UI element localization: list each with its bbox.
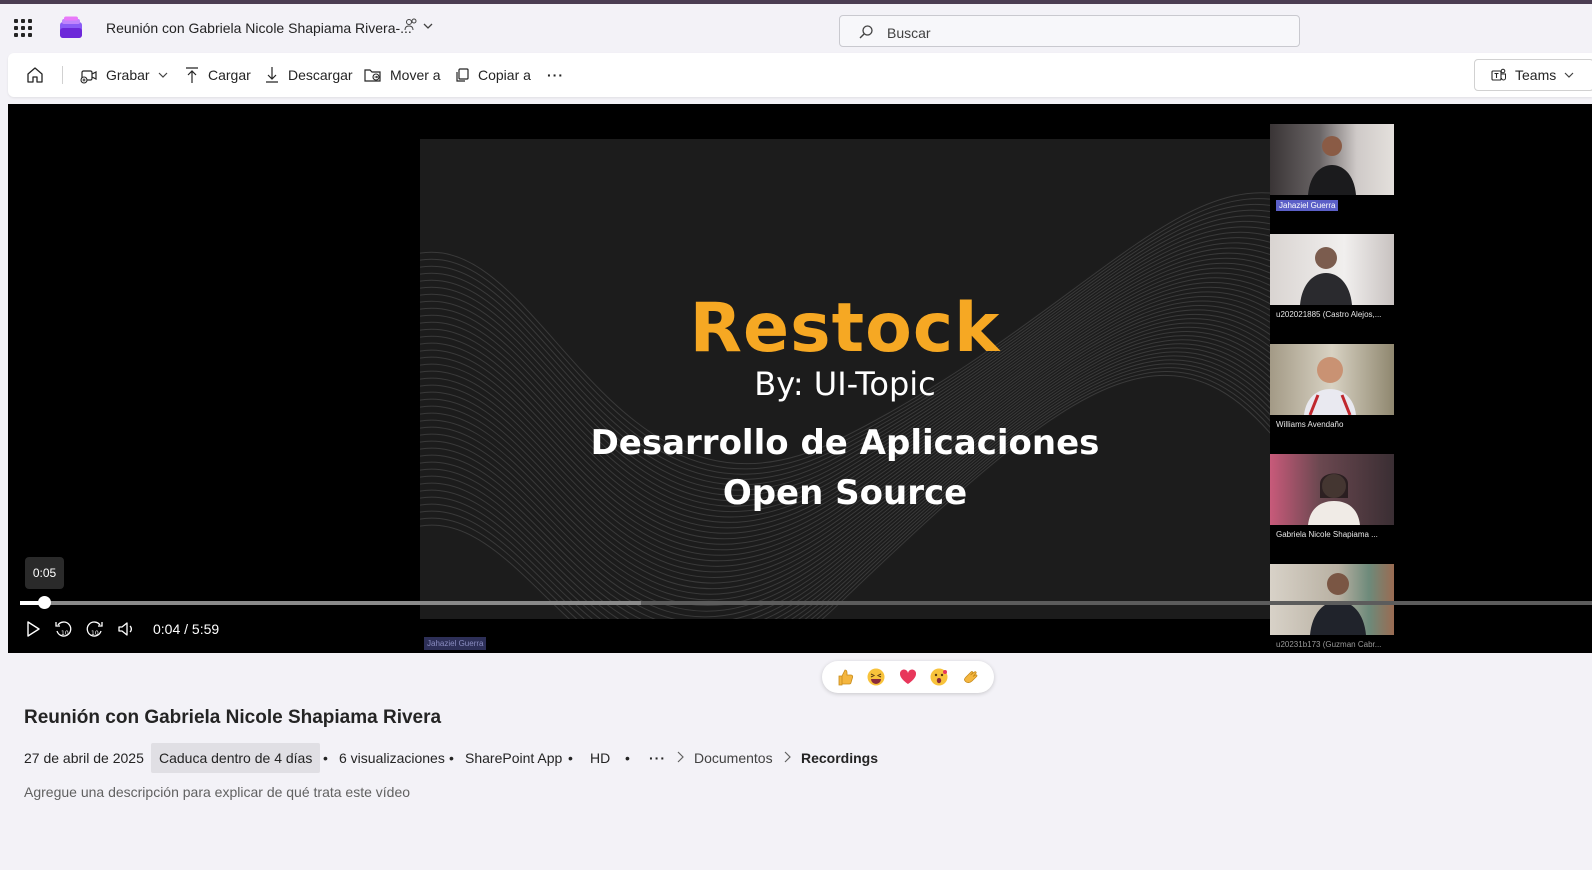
- search-icon: [859, 25, 873, 39]
- more-options-button[interactable]: ···: [547, 53, 564, 97]
- folder-move-icon: [364, 69, 381, 82]
- participant-video-tile: [1270, 124, 1394, 195]
- chevron-down-icon: [158, 72, 168, 78]
- meta-separator: •: [568, 750, 573, 766]
- slide-course-line-2: Open Source: [722, 473, 968, 513]
- app-launcher-icon[interactable]: [14, 19, 32, 37]
- participant-name: u20231b173 (Guzman Cabr...: [1276, 640, 1382, 649]
- camera-record-icon: [80, 70, 97, 84]
- upload-icon: [186, 67, 198, 83]
- seek-bar[interactable]: [20, 601, 1592, 605]
- expiration-badge[interactable]: Caduca dentro de 4 días: [151, 743, 321, 773]
- breadcrumb-recordings[interactable]: Recordings: [801, 750, 878, 766]
- chevron-down-icon[interactable]: [422, 20, 434, 32]
- breadcrumb-documents[interactable]: Documentos: [694, 750, 773, 766]
- seek-handle[interactable]: [38, 596, 51, 609]
- surprised-icon[interactable]: [929, 667, 949, 687]
- teams-button[interactable]: Teams: [1474, 59, 1592, 91]
- chevron-right-icon: [784, 751, 791, 763]
- download-label: Descargar: [288, 67, 353, 83]
- copy-button[interactable]: Copiar a: [454, 53, 531, 97]
- volume-icon[interactable]: [117, 620, 135, 638]
- presenter-name-tag: Jahaziel Guerra: [424, 637, 487, 650]
- copy-label: Copiar a: [478, 67, 531, 83]
- video-title[interactable]: Reunión con Gabriela Nicole Shapiama Riv…: [24, 707, 441, 729]
- title-actions[interactable]: [404, 18, 434, 35]
- search-placeholder[interactable]: Buscar: [887, 25, 931, 41]
- like-icon[interactable]: [835, 667, 855, 687]
- shared-slide: Restock By: UI-Topic Desarrollo de Aplic…: [420, 139, 1270, 619]
- download-button[interactable]: Descargar: [264, 53, 353, 97]
- meta-separator: •: [449, 750, 454, 766]
- rewind-10-icon[interactable]: 10: [54, 620, 72, 638]
- slide-course-line-1: Desarrollo de Aplicaciones: [590, 423, 1100, 463]
- source-app: SharePoint App: [465, 750, 563, 766]
- copy-icon: [456, 68, 469, 82]
- participant-video-tile: [1270, 454, 1394, 525]
- svg-text:10: 10: [61, 630, 69, 637]
- forward-10-icon[interactable]: 10: [86, 620, 104, 638]
- breadcrumb-more-button[interactable]: ···: [649, 750, 666, 766]
- upload-label: Cargar: [208, 67, 251, 83]
- participant-video-tile: [1270, 564, 1394, 635]
- svg-text:10: 10: [91, 630, 99, 637]
- playback-timecode: 0:04 / 5:59: [153, 621, 220, 637]
- toolbar-divider: [62, 66, 63, 84]
- description-placeholder[interactable]: Agregue una descripción para explicar de…: [24, 784, 410, 800]
- teams-label: Teams: [1515, 67, 1557, 83]
- applause-icon[interactable]: [961, 667, 981, 687]
- stream-logo-icon: [60, 16, 82, 38]
- record-label: Grabar: [106, 67, 150, 83]
- participant-video-tile: [1270, 344, 1394, 415]
- slide-subtitle: By: UI-Topic: [754, 365, 936, 403]
- move-label: Mover a: [390, 67, 441, 83]
- meta-separator: •: [323, 750, 328, 766]
- home-button[interactable]: [25, 53, 53, 97]
- video-player[interactable]: Restock By: UI-Topic Desarrollo de Aplic…: [8, 104, 1592, 653]
- meta-separator: •: [625, 750, 630, 766]
- document-title: Reunión con Gabriela Nicole Shapiama Riv…: [106, 20, 412, 36]
- quality-badge: HD: [590, 750, 611, 766]
- teams-icon: [1491, 68, 1506, 81]
- video-date: 27 de abril de 2025: [24, 750, 144, 766]
- seek-bar-buffered: [20, 601, 641, 605]
- laugh-icon[interactable]: [866, 667, 886, 687]
- participant-name: Jahaziel Guerra: [1276, 200, 1339, 211]
- command-bar: Grabar Cargar Descargar Mover a Copiar a…: [8, 53, 1592, 97]
- participant-name: Gabriela Nicole Shapiama ...: [1276, 530, 1378, 539]
- view-count: 6 visualizaciones: [339, 750, 445, 766]
- download-icon: [266, 67, 278, 83]
- people-icon[interactable]: [404, 18, 418, 32]
- record-button[interactable]: Grabar: [80, 53, 168, 97]
- home-icon: [27, 67, 43, 83]
- search-box[interactable]: Buscar: [839, 15, 1300, 47]
- seek-time-tooltip: 0:05: [25, 557, 64, 589]
- chevron-down-icon: [1564, 72, 1574, 78]
- participant-name: Williams Avendaño: [1276, 420, 1344, 429]
- heart-icon[interactable]: [898, 667, 918, 687]
- seek-bar-played: [20, 601, 39, 605]
- upload-button[interactable]: Cargar: [184, 53, 251, 97]
- participant-name: u202021885 (Castro Alejos,...: [1276, 310, 1382, 319]
- move-button[interactable]: Mover a: [364, 53, 441, 97]
- reactions-bar: [822, 661, 994, 693]
- play-icon[interactable]: [24, 620, 42, 638]
- app-header: Reunión con Gabriela Nicole Shapiama Riv…: [0, 4, 1592, 52]
- participant-video-tile: [1270, 234, 1394, 305]
- chevron-right-icon: [677, 751, 684, 763]
- slide-title: Restock: [689, 289, 1001, 368]
